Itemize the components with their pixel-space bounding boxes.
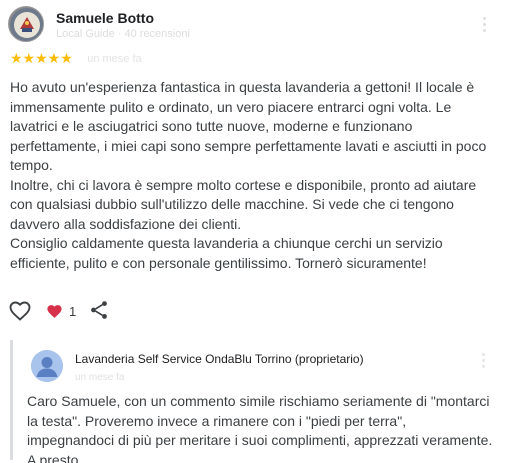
heart-outline-icon — [9, 301, 31, 321]
avatar-emblem-icon — [10, 8, 43, 41]
owner-avatar — [31, 350, 63, 382]
user-avatar[interactable] — [8, 6, 44, 42]
author-name[interactable]: Samuele Botto — [56, 10, 154, 26]
review-header: Samuele Botto Local Guide · 40 recension… — [8, 6, 498, 46]
author-meta: Local Guide · 40 recensioni — [56, 28, 190, 40]
more-vert-icon[interactable] — [476, 14, 492, 36]
review-actions: 1 — [8, 298, 112, 324]
owner-name: Lavanderia Self Service OndaBlu Torrino … — [75, 352, 364, 366]
rating-row: ★★★★★ un mese fa — [10, 50, 142, 68]
owner-reply: Lavanderia Self Service OndaBlu Torrino … — [10, 340, 496, 463]
review-paragraph: Consiglio caldamente questa lavanderia a… — [10, 235, 443, 271]
share-icon — [91, 301, 108, 319]
review-paragraph: Ho avuto un'esperienza fantastica in que… — [10, 79, 487, 173]
person-icon — [31, 350, 63, 382]
heart-filled-icon — [47, 304, 62, 318]
review-date: un mese fa — [87, 52, 142, 65]
review-paragraph: Inoltre, chi ci lavora è sempre molto co… — [10, 176, 477, 232]
owner-reply-date: un mese fa — [75, 372, 125, 383]
more-vert-icon[interactable] — [476, 350, 490, 370]
review-body: Ho avuto un'esperienza fantastica in que… — [10, 78, 496, 273]
like-button[interactable] — [8, 299, 32, 323]
reaction-count-value: 1 — [69, 303, 77, 319]
star-rating: ★★★★★ — [10, 50, 73, 67]
reply-text: Caro Samuele, con un commento simile ris… — [27, 393, 493, 463]
share-button[interactable] — [88, 299, 112, 323]
reaction-count[interactable]: 1 — [46, 303, 76, 320]
